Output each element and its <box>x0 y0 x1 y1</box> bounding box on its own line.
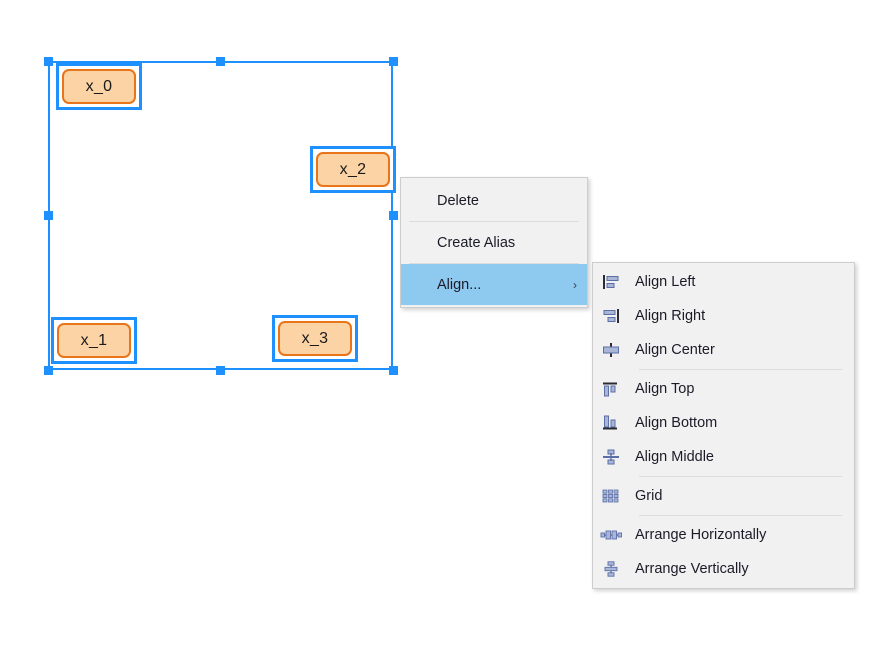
selection-handle-top-center[interactable] <box>216 57 225 66</box>
align-right-icon <box>593 308 629 324</box>
align-center-icon <box>593 342 629 358</box>
menu-item-label: Align Top <box>635 381 695 397</box>
menu-item-label: Grid <box>635 488 663 504</box>
menu-separator <box>639 369 842 370</box>
selection-handle-bottom-center[interactable] <box>216 366 225 375</box>
node-x_2[interactable]: x_2 <box>310 146 396 193</box>
align-submenu[interactable]: Align Left Align Right Align Center Alig… <box>592 262 855 589</box>
align-top-icon <box>593 381 629 397</box>
node-label: x_0 <box>62 69 136 104</box>
menu-item-align-top[interactable]: Align Top <box>593 372 854 406</box>
menu-item-create-alias[interactable]: Create Alias <box>401 222 587 263</box>
menu-item-align-center[interactable]: Align Center <box>593 333 854 367</box>
arrange-vertically-icon <box>593 561 629 577</box>
node-x_3[interactable]: x_3 <box>272 315 358 362</box>
menu-item-label: Align Bottom <box>635 415 718 431</box>
menu-item-align-left[interactable]: Align Left <box>593 265 854 299</box>
selection-handle-bottom-left[interactable] <box>44 366 53 375</box>
grid-icon <box>593 488 629 504</box>
selection-handle-bottom-right[interactable] <box>389 366 398 375</box>
menu-item-grid[interactable]: Grid <box>593 479 854 513</box>
node-label: x_1 <box>57 323 131 358</box>
menu-item-label: Arrange Vertically <box>635 561 749 577</box>
menu-item-arrange-horizontally[interactable]: Arrange Horizontally <box>593 518 854 552</box>
menu-item-align-middle[interactable]: Align Middle <box>593 440 854 474</box>
node-label: x_2 <box>316 152 390 187</box>
menu-separator <box>639 476 842 477</box>
chevron-right-icon: › <box>573 277 577 292</box>
menu-item-align-right[interactable]: Align Right <box>593 299 854 333</box>
selection-handle-middle-left[interactable] <box>44 211 53 220</box>
menu-item-label: Delete <box>437 192 479 209</box>
menu-item-label: Align... <box>437 276 482 293</box>
selection-handle-top-left[interactable] <box>44 57 53 66</box>
selection-handle-middle-right[interactable] <box>389 211 398 220</box>
menu-item-label: Align Center <box>635 342 715 358</box>
arrange-horizontally-icon <box>593 527 629 543</box>
menu-item-delete[interactable]: Delete <box>401 180 587 221</box>
selection-handle-top-right[interactable] <box>389 57 398 66</box>
menu-item-label: Arrange Horizontally <box>635 527 767 543</box>
node-x_1[interactable]: x_1 <box>51 317 137 364</box>
menu-item-label: Align Left <box>635 274 696 290</box>
menu-item-label: Create Alias <box>437 234 516 251</box>
menu-item-label: Align Right <box>635 308 706 324</box>
menu-item-label: Align Middle <box>635 449 714 465</box>
menu-separator <box>639 515 842 516</box>
node-label: x_3 <box>278 321 352 356</box>
menu-item-arrange-vertically[interactable]: Arrange Vertically <box>593 552 854 586</box>
context-menu[interactable]: Delete Create Alias Align... › <box>400 177 588 308</box>
align-middle-icon <box>593 449 629 465</box>
align-bottom-icon <box>593 415 629 431</box>
menu-item-align-bottom[interactable]: Align Bottom <box>593 406 854 440</box>
node-x_0[interactable]: x_0 <box>56 63 142 110</box>
menu-item-align[interactable]: Align... › <box>401 264 587 305</box>
align-left-icon <box>593 274 629 290</box>
